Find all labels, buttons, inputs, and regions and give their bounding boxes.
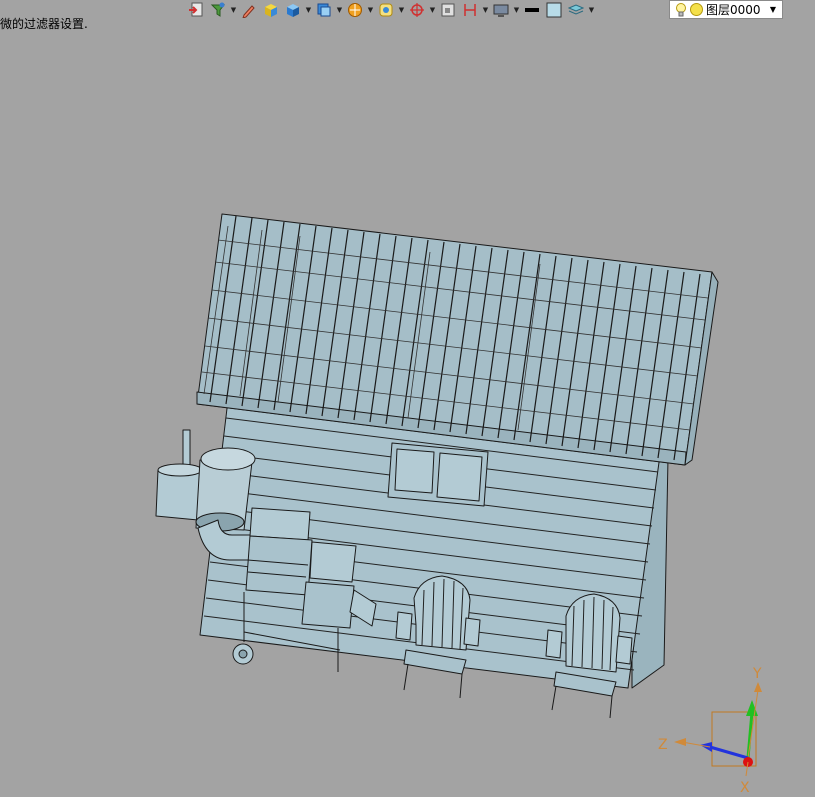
- display-mode-dropdown-arrow[interactable]: ▼: [398, 1, 405, 19]
- graphics-viewport[interactable]: Y Z X: [0, 22, 815, 797]
- filter-icon[interactable]: [208, 1, 228, 19]
- layer-select-value: 图层0000: [706, 3, 761, 17]
- triad-y-label: Y: [752, 666, 762, 682]
- layer-select[interactable]: 图层0000 ▼: [669, 0, 783, 19]
- filter-dropdown-arrow[interactable]: ▼: [230, 1, 237, 19]
- triad-x-label: X: [740, 780, 750, 796]
- ruler-dropdown-arrow[interactable]: ▼: [482, 1, 489, 19]
- main-toolbar: ▼ ▼ ▼ ▼ ▼ ▼ ▼ ▼ ▼: [186, 0, 595, 20]
- view-cube-dropdown-arrow[interactable]: ▼: [336, 1, 343, 19]
- pen-icon[interactable]: [239, 1, 259, 19]
- light-bulb-icon[interactable]: [674, 2, 688, 18]
- blue-cube-icon[interactable]: [283, 1, 303, 19]
- frame-icon[interactable]: [438, 1, 458, 19]
- cabin-window: [387, 442, 489, 507]
- layer-color-icon[interactable]: [690, 3, 703, 16]
- monitor-dropdown-arrow[interactable]: ▼: [513, 1, 520, 19]
- ruler-icon[interactable]: [460, 1, 480, 19]
- chevron-down-icon[interactable]: ▼: [770, 5, 776, 14]
- layer-stack-dropdown-arrow[interactable]: ▼: [588, 1, 595, 19]
- layer-stack-icon[interactable]: [566, 1, 586, 19]
- fill-color-icon[interactable]: [544, 1, 564, 19]
- axis-triad[interactable]: Y Z X: [658, 666, 762, 796]
- monitor-icon[interactable]: [491, 1, 511, 19]
- snap-target-dropdown-arrow[interactable]: ▼: [429, 1, 436, 19]
- cabin-model[interactable]: [155, 213, 719, 719]
- render-sphere-icon[interactable]: [345, 1, 365, 19]
- view-cube-icon[interactable]: [314, 1, 334, 19]
- exit-icon[interactable]: [186, 1, 206, 19]
- yellow-cube-icon[interactable]: [261, 1, 281, 19]
- snap-target-icon[interactable]: [407, 1, 427, 19]
- triad-z-label: Z: [658, 737, 668, 753]
- display-mode-icon[interactable]: [376, 1, 396, 19]
- blue-cube-dropdown-arrow[interactable]: ▼: [305, 1, 312, 19]
- render-sphere-dropdown-arrow[interactable]: ▼: [367, 1, 374, 19]
- line-color-icon[interactable]: [522, 1, 542, 19]
